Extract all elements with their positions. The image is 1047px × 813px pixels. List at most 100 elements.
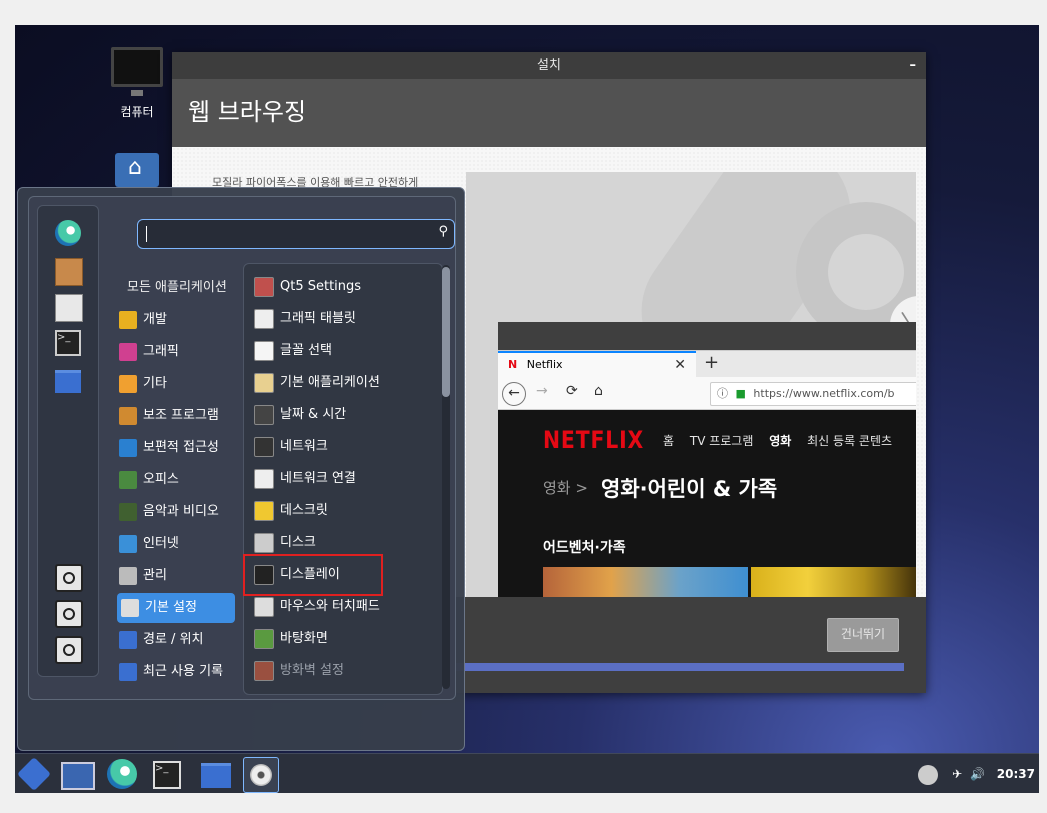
shutdown-icon[interactable] (55, 636, 83, 664)
netflix-menu-movies[interactable]: 영화 (769, 434, 791, 448)
app-label: 바탕화면 (280, 631, 328, 646)
reload-icon[interactable]: ⟳ (566, 383, 578, 399)
netflix-row-title: 어드벤처·가족 (543, 540, 626, 556)
software-manager-icon[interactable] (55, 258, 83, 286)
category-item[interactable]: 최근 사용 기록 (119, 657, 235, 687)
install-titlebar[interactable]: 설치 – (172, 52, 926, 79)
category-item[interactable]: 그래픽 (119, 337, 235, 367)
category-item[interactable]: 기본 설정 (117, 593, 235, 623)
home-icon[interactable]: ⌂ (594, 383, 603, 399)
category-label: 경로 / 위치 (143, 632, 204, 647)
netflix-menu-new[interactable]: 최신 등록 콘텐츠 (807, 434, 892, 448)
show-desktop-icon[interactable] (61, 762, 95, 790)
network-icon[interactable]: ✈ (952, 767, 962, 781)
minimize-button[interactable]: – (910, 52, 917, 79)
file-manager-icon[interactable] (201, 763, 231, 788)
category-item[interactable]: 기타 (119, 369, 235, 399)
terminal-icon[interactable]: >_ (153, 761, 181, 789)
app-label: 기본 애플리케이션 (280, 375, 380, 390)
app-label: Qt5 Settings (280, 279, 362, 294)
category-item[interactable]: 개발 (119, 305, 235, 335)
app-item[interactable]: Qt5 Settings (254, 272, 361, 302)
new-tab-button[interactable]: + (704, 351, 719, 375)
apps-scrollbar[interactable] (442, 265, 450, 689)
menu-search-input[interactable]: ⚲ (137, 219, 455, 249)
netflix-breadcrumb[interactable]: 영화 > (543, 477, 588, 498)
home-desktop-icon[interactable] (97, 153, 177, 187)
app-label: 네트워크 연결 (280, 471, 356, 486)
settings-tool-icon[interactable] (55, 294, 83, 322)
computer-label: 컴퓨터 (120, 105, 154, 119)
app-icon (254, 660, 274, 681)
category-item[interactable]: 관리 (119, 561, 235, 591)
mint-logo-icon[interactable] (55, 220, 81, 246)
monitor-icon (111, 47, 163, 96)
category-item[interactable]: 보편적 접근성 (119, 433, 235, 463)
app-icon (254, 500, 274, 521)
folder-icon[interactable] (55, 370, 81, 393)
app-item[interactable]: 방화벽 설정 (254, 656, 344, 686)
app-item[interactable]: 네트워크 연결 (254, 464, 356, 494)
computer-desktop-icon[interactable]: 컴퓨터 (97, 47, 177, 120)
category-icon (119, 566, 137, 585)
menu-launcher-icon[interactable] (17, 757, 51, 791)
info-icon: ⓘ (717, 387, 728, 400)
category-label: 기타 (143, 376, 167, 391)
app-item[interactable]: 데스크릿 (254, 496, 328, 526)
apps-list: Qt5 Settings 그래픽 태블릿 글꼴 선택기본 애플리케이션날짜 & 시간… (243, 263, 443, 695)
netflix-thumbnail[interactable] (751, 567, 916, 597)
app-item[interactable]: 기본 애플리케이션 (254, 368, 380, 398)
close-tab-icon[interactable]: ✕ (674, 353, 686, 377)
netflix-menu-home[interactable]: 홈 (663, 434, 674, 448)
back-icon[interactable]: ← (502, 382, 526, 406)
app-item[interactable]: 마우스와 터치패드 (254, 592, 380, 622)
app-item[interactable]: 그래픽 태블릿 (254, 304, 356, 334)
url-text: https://www.netflix.com/b (753, 387, 895, 400)
app-item[interactable]: 바탕화면 (254, 624, 328, 654)
category-label: 관리 (143, 568, 167, 583)
category-item[interactable]: 인터넷 (119, 529, 235, 559)
highlight-box (243, 554, 383, 596)
netflix-tab-icon: N (508, 358, 518, 371)
mint-app-icon[interactable] (107, 759, 137, 789)
category-icon (119, 502, 137, 521)
netflix-menu-tv[interactable]: TV 프로그램 (690, 434, 754, 448)
app-item[interactable]: 날짜 & 시간 (254, 400, 346, 430)
home-folder-icon (115, 153, 159, 187)
browser-tab-netflix[interactable]: N Netflix ✕ (498, 351, 696, 379)
category-label: 기본 설정 (145, 600, 197, 615)
lock-screen-icon[interactable] (55, 564, 83, 592)
category-item[interactable]: 보조 프로그램 (119, 401, 235, 431)
category-label: 음악과 비디오 (143, 504, 219, 519)
category-label: 그래픽 (143, 344, 179, 359)
logout-icon[interactable] (55, 600, 83, 628)
netflix-thumbnail[interactable] (543, 567, 748, 597)
category-item[interactable]: 음악과 비디오 (119, 497, 235, 527)
installer-disc-icon[interactable] (243, 757, 279, 793)
browser-navbar: ← → ⟳ ⌂ ⓘ ■ https://www.netflix.com/b (498, 377, 916, 410)
app-label: 방화벽 설정 (280, 663, 344, 678)
app-label: 네트워크 (280, 439, 328, 454)
keyboard-layout-icon[interactable] (918, 764, 939, 785)
skip-button[interactable]: 건너뛰기 (827, 618, 899, 652)
category-icon (119, 438, 137, 457)
scrollbar-thumb[interactable] (442, 267, 450, 397)
category-icon (119, 406, 137, 425)
category-item[interactable]: 오피스 (119, 465, 235, 495)
category-icon (119, 662, 137, 681)
app-item[interactable]: 글꼴 선택 (254, 336, 332, 366)
forward-icon[interactable]: → (536, 383, 548, 399)
app-item[interactable]: 네트워크 (254, 432, 328, 462)
app-icon (254, 468, 274, 489)
url-bar[interactable]: ⓘ ■ https://www.netflix.com/b (710, 382, 916, 406)
clock[interactable]: 20:37 (997, 767, 1035, 781)
volume-icon[interactable]: 🔊 (970, 767, 985, 781)
install-header: 웹 브라우징 (172, 79, 926, 147)
category-label: 보조 프로그램 (143, 408, 219, 423)
category-item[interactable]: 경로 / 위치 (119, 625, 235, 655)
netflix-logo: NETFLIX (543, 426, 645, 454)
category-all-apps[interactable]: 모든 애플리케이션 (127, 273, 243, 303)
terminal-icon[interactable]: >_ (55, 330, 81, 356)
lock-icon: ■ (735, 387, 746, 400)
start-menu: >_ ⚲ 모든 애플리케이션 개발그래픽기타보조 프로그램보편적 접근성 오피스음… (17, 187, 465, 751)
